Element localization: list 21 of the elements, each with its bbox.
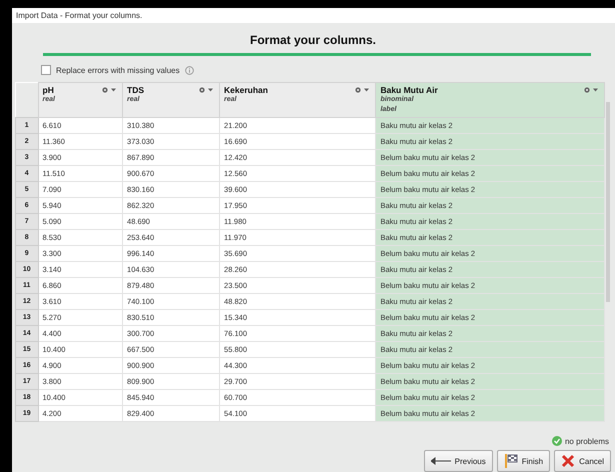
gear-icon[interactable] — [582, 86, 600, 94]
gear-icon[interactable] — [197, 86, 216, 94]
column-name: Kekeruhan — [224, 85, 268, 95]
info-icon[interactable] — [184, 66, 194, 74]
cancel-button[interactable]: Cancel — [554, 450, 611, 472]
gear-icon[interactable] — [100, 86, 118, 94]
gear-icon[interactable] — [353, 86, 372, 94]
page-heading: Format your columns. — [248, 33, 378, 47]
left-arrow-icon — [430, 457, 451, 465]
status-text: no problems — [564, 436, 609, 446]
checkbox-label: Replace errors with missing values — [56, 66, 180, 74]
finish-button[interactable]: Finish — [496, 450, 550, 472]
window-title: Import Data - Format your columns. — [16, 11, 142, 20]
previous-button[interactable]: Previous — [424, 450, 493, 472]
column-name: pH — [42, 85, 54, 95]
checkbox[interactable] — [41, 65, 51, 75]
column-name: Baku Mutu Air — [380, 85, 438, 95]
check-icon — [552, 436, 562, 446]
checkered-flag-icon — [504, 454, 518, 468]
column-name: TDS — [127, 85, 144, 95]
close-icon — [561, 454, 576, 468]
